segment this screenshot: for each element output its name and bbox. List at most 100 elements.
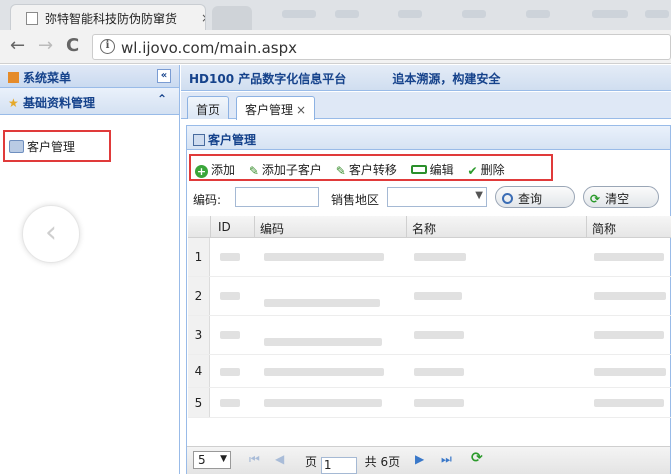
row-number: 2 (188, 277, 210, 315)
blurred-bookmark (335, 10, 359, 18)
back-navigation-icon[interactable]: ‹ (22, 205, 80, 263)
delete-label: 删除 (480, 163, 505, 177)
redacted-cell (414, 368, 464, 376)
blurred-bookmark (462, 10, 486, 18)
transfer-label: 客户转移 (348, 163, 397, 177)
region-label: 销售地区 (331, 193, 380, 207)
table-row[interactable]: 5 (188, 388, 671, 418)
pencil-icon: ✎ (248, 164, 259, 178)
browser-tab[interactable]: 弥特智能科技防伪防窜货 × (10, 4, 206, 30)
panel-title-bar: 客户管理 (187, 126, 670, 150)
total-pages-label: 共 6页 (364, 455, 401, 469)
close-icon[interactable]: × (201, 11, 205, 25)
blurred-bookmark (592, 10, 628, 18)
prev-page-icon[interactable]: ◀ (275, 452, 284, 466)
transfer-button[interactable]: ✎ 客户转移 (336, 161, 397, 178)
main-area: HD100 产品数字化信息平台 追本溯源，构建安全 首页 客户管理 × 客户管理 … (181, 65, 671, 474)
edit-label: 编辑 (429, 163, 454, 177)
first-page-icon[interactable]: ⏮ (249, 452, 260, 467)
row-number: 1 (188, 238, 210, 276)
blurred-bookmark (526, 10, 550, 18)
customer-panel: 客户管理 + 添加 ✎ 添加子客户 ✎ 客户转移 编辑 ✔ 删除 编码: 销售地区 ▼ … (186, 125, 671, 474)
clear-button[interactable]: ⟳ 清空 (583, 186, 659, 208)
redacted-cell (220, 399, 240, 407)
redacted-cell (220, 253, 240, 261)
add-child-button[interactable]: ✎ 添加子客户 (249, 161, 322, 178)
redacted-cell (594, 331, 664, 339)
url-text: wl.ijovo.com/main.aspx (121, 39, 298, 57)
row-number: 4 (188, 355, 210, 387)
plus-icon: + (195, 165, 208, 178)
refresh-icon[interactable]: ⟳ (471, 450, 483, 466)
redacted-cell (414, 292, 462, 300)
column-divider (406, 216, 407, 238)
column-code[interactable]: 编码 (260, 220, 284, 237)
back-arrow-icon[interactable]: ← (10, 35, 25, 56)
sidebar-section[interactable]: ★ 基础资料管理 ⌃ (0, 88, 179, 115)
region-select[interactable]: ▼ (387, 187, 487, 207)
panel-title: 客户管理 (208, 133, 257, 147)
code-label: 编码: (193, 193, 222, 207)
browser-navbar: ← → C i wl.ijovo.com/main.aspx (0, 30, 671, 64)
page-size-select[interactable]: 5 ▼ (193, 451, 231, 469)
redacted-cell (264, 368, 384, 376)
redacted-cell (264, 399, 382, 407)
browser-tab-title: 弥特智能科技防伪防窜货 (45, 12, 178, 26)
delete-button[interactable]: ✔ 删除 (468, 161, 505, 178)
browser-tabbar: 弥特智能科技防伪防窜货 × (0, 0, 671, 30)
star-icon: ★ (8, 96, 23, 110)
table-row[interactable]: 4 (188, 355, 671, 388)
sidebar-header: 系统菜单 « (0, 65, 179, 88)
pager: 5 ▼ ⏮ ◀ 页 1 共 6页 ▶ ⏭ ⟳ (187, 446, 670, 474)
table-row[interactable]: 1 (188, 238, 671, 277)
column-short-name[interactable]: 简称 (592, 220, 616, 237)
info-icon[interactable]: i (100, 39, 115, 54)
sidebar-title: 系统菜单 (23, 71, 72, 85)
collapse-sidebar-icon[interactable]: « (157, 69, 171, 83)
chevron-down-icon: ▼ (475, 190, 483, 201)
clear-label: 清空 (605, 192, 630, 206)
menu-icon (8, 72, 19, 83)
search-bar: 编码: 销售地区 ▼ 查询 ⟳ 清空 (189, 186, 669, 210)
page-tabs: 首页 客户管理 × (181, 92, 671, 120)
refresh-icon: ⟳ (590, 192, 601, 206)
column-name[interactable]: 名称 (412, 220, 436, 237)
row-number: 3 (188, 316, 210, 354)
search-icon (502, 193, 513, 204)
query-button[interactable]: 查询 (495, 186, 575, 208)
column-divider (254, 216, 255, 238)
address-bar[interactable]: i wl.ijovo.com/main.aspx (92, 34, 671, 60)
blurred-bookmark (398, 10, 422, 18)
app-header: HD100 产品数字化信息平台 追本溯源，构建安全 (181, 65, 671, 91)
new-tab-button[interactable] (212, 6, 252, 30)
forward-arrow-icon[interactable]: → (38, 35, 53, 56)
edit-icon (410, 165, 427, 174)
tab-home[interactable]: 首页 (187, 96, 230, 119)
toolbar: + 添加 ✎ 添加子客户 ✎ 客户转移 编辑 ✔ 删除 (189, 154, 553, 181)
page-input[interactable]: 1 (320, 457, 357, 474)
sidebar-item-customer-management[interactable]: 客户管理 (3, 130, 111, 162)
add-button[interactable]: + 添加 (195, 161, 235, 178)
code-input[interactable] (235, 187, 319, 207)
next-page-icon[interactable]: ▶ (415, 452, 424, 466)
table-row[interactable]: 3 (188, 316, 671, 355)
blurred-bookmark (282, 10, 316, 18)
redacted-cell (220, 292, 240, 300)
row-number: 5 (188, 388, 210, 417)
app-title: HD100 产品数字化信息平台 (189, 72, 347, 86)
add-label: 添加 (211, 163, 236, 177)
left-sidebar: 系统菜单 « ★ 基础资料管理 ⌃ 客户管理 ‹ (0, 65, 180, 474)
customer-grid: ID 编码 名称 简称 1 2 3 4 5 (188, 216, 671, 441)
redacted-cell (264, 253, 384, 261)
redacted-cell (220, 368, 240, 376)
column-id[interactable]: ID (218, 220, 231, 234)
table-row[interactable]: 2 (188, 277, 671, 316)
tab-customer-management[interactable]: 客户管理 × (236, 96, 316, 120)
close-icon[interactable]: × (296, 103, 306, 117)
edit-button[interactable]: 编辑 (410, 161, 454, 178)
redacted-cell (264, 299, 380, 307)
redacted-cell (414, 253, 466, 261)
reload-icon[interactable]: C (66, 35, 79, 56)
last-page-icon[interactable]: ⏭ (441, 452, 452, 467)
chevron-up-icon[interactable]: ⌃ (157, 92, 167, 106)
